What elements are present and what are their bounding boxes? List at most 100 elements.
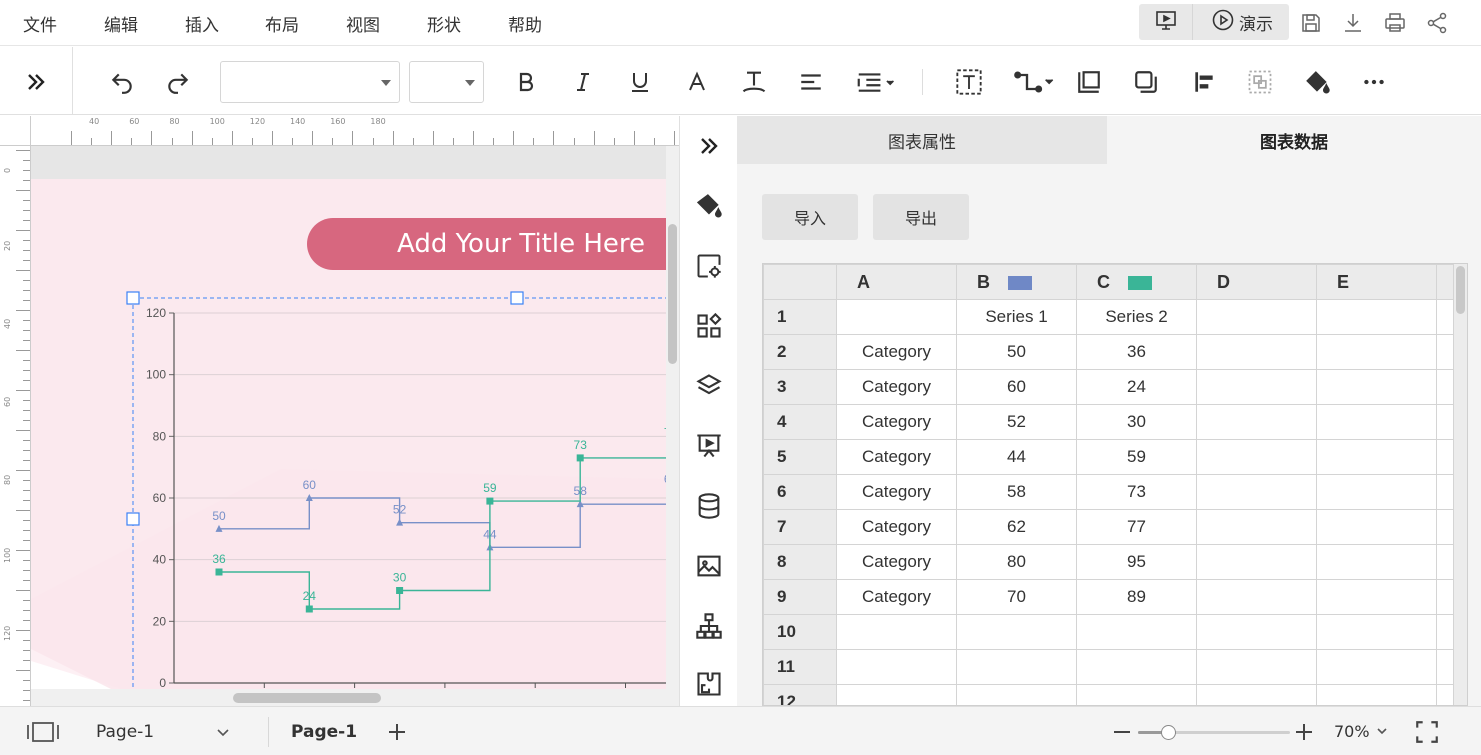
- row-header[interactable]: 10: [763, 614, 837, 650]
- table-cell[interactable]: [1196, 439, 1317, 475]
- fill-icon[interactable]: [1302, 67, 1332, 97]
- table-cell[interactable]: [836, 299, 957, 335]
- row-header[interactable]: 2: [763, 334, 837, 370]
- table-cell[interactable]: [1196, 544, 1317, 580]
- puzzle-icon[interactable]: [694, 669, 724, 699]
- row-header[interactable]: 8: [763, 544, 837, 580]
- column-header-c[interactable]: C: [1076, 264, 1197, 300]
- menu-layout[interactable]: 布局: [265, 11, 299, 36]
- text-box-icon[interactable]: [954, 67, 984, 97]
- bring-front-icon[interactable]: [1074, 67, 1104, 97]
- menu-shapes[interactable]: 形状: [427, 11, 461, 36]
- font-size-select[interactable]: [409, 61, 484, 103]
- table-cell[interactable]: [956, 684, 1077, 705]
- table-cell[interactable]: [1196, 509, 1317, 545]
- table-cell[interactable]: 70: [956, 579, 1077, 615]
- table-cell[interactable]: [836, 684, 957, 705]
- row-header[interactable]: 1: [763, 299, 837, 335]
- table-cell[interactable]: 44: [956, 439, 1077, 475]
- table-cell[interactable]: [1196, 614, 1317, 650]
- row-header[interactable]: 4: [763, 404, 837, 440]
- italic-icon[interactable]: [568, 67, 598, 97]
- table-cell[interactable]: Series 1: [956, 299, 1077, 335]
- connector-icon[interactable]: [1011, 67, 1057, 97]
- corner-cell[interactable]: [763, 264, 837, 300]
- table-cell[interactable]: [1316, 334, 1437, 370]
- scrollbar-thumb[interactable]: [668, 224, 677, 364]
- line-spacing-icon[interactable]: [853, 67, 897, 97]
- collapse-panel-icon[interactable]: [694, 131, 724, 161]
- table-cell[interactable]: [1196, 474, 1317, 510]
- present-settings-button[interactable]: [1139, 4, 1193, 40]
- table-cell[interactable]: [1316, 474, 1437, 510]
- zoom-slider-track[interactable]: [1138, 725, 1290, 740]
- zoom-slider-thumb[interactable]: [1161, 725, 1177, 740]
- image-icon[interactable]: [694, 551, 724, 581]
- table-cell[interactable]: Category: [836, 404, 957, 440]
- table-cell[interactable]: [1316, 614, 1437, 650]
- row-header[interactable]: 12: [763, 684, 837, 705]
- grid-vertical-scrollbar[interactable]: [1453, 264, 1467, 705]
- drawing-page[interactable]: Add Your Title Here 0 20 40 60 80 100 120 50 60 5…: [31, 179, 666, 689]
- database-icon[interactable]: [694, 491, 724, 521]
- more-icon[interactable]: [1359, 67, 1389, 97]
- row-header[interactable]: 9: [763, 579, 837, 615]
- shadow-icon[interactable]: [1131, 67, 1161, 97]
- table-cell[interactable]: Category: [836, 334, 957, 370]
- presentation-icon[interactable]: [694, 431, 724, 461]
- scrollbar-thumb[interactable]: [1456, 266, 1465, 314]
- page-select[interactable]: Page-1: [96, 707, 236, 755]
- table-cell[interactable]: 30: [1076, 404, 1197, 440]
- menu-help[interactable]: 帮助: [508, 11, 542, 36]
- table-cell[interactable]: 52: [956, 404, 1077, 440]
- tab-chart-properties[interactable]: 图表属性: [737, 116, 1107, 164]
- download-icon[interactable]: [1339, 9, 1367, 37]
- shape-settings-icon[interactable]: [694, 251, 724, 281]
- menu-edit[interactable]: 编辑: [104, 11, 138, 36]
- font-color-icon[interactable]: [682, 67, 712, 97]
- table-cell[interactable]: 60: [956, 369, 1077, 405]
- zoom-out-icon[interactable]: [1111, 707, 1133, 755]
- canvas-horizontal-scrollbar[interactable]: [31, 689, 666, 706]
- table-cell[interactable]: 58: [956, 474, 1077, 510]
- column-header-b[interactable]: B: [956, 264, 1077, 300]
- table-cell[interactable]: 62: [956, 509, 1077, 545]
- bold-icon[interactable]: [511, 67, 541, 97]
- table-cell[interactable]: Category: [836, 369, 957, 405]
- table-cell[interactable]: [836, 649, 957, 685]
- undo-icon[interactable]: [107, 67, 137, 97]
- fullscreen-icon[interactable]: [1414, 707, 1440, 755]
- table-cell[interactable]: 59: [1076, 439, 1197, 475]
- row-header[interactable]: 3: [763, 369, 837, 405]
- table-cell[interactable]: [1076, 684, 1197, 705]
- print-icon[interactable]: [1381, 9, 1409, 37]
- import-button[interactable]: 导入: [762, 194, 858, 240]
- row-header[interactable]: 11: [763, 649, 837, 685]
- group-icon[interactable]: [1245, 67, 1275, 97]
- table-cell[interactable]: 80: [956, 544, 1077, 580]
- add-page-icon[interactable]: [386, 707, 408, 755]
- column-header-a[interactable]: A: [836, 264, 957, 300]
- table-cell[interactable]: [1196, 334, 1317, 370]
- table-cell[interactable]: Category: [836, 579, 957, 615]
- table-cell[interactable]: [1316, 649, 1437, 685]
- column-header-e[interactable]: E: [1316, 264, 1437, 300]
- org-chart-icon[interactable]: [694, 611, 724, 641]
- page-overview-icon[interactable]: [26, 707, 60, 755]
- scrollbar-thumb[interactable]: [233, 693, 381, 703]
- tab-chart-data[interactable]: 图表数据: [1107, 116, 1481, 164]
- layers-icon[interactable]: [694, 371, 724, 401]
- redo-icon[interactable]: [163, 67, 193, 97]
- table-cell[interactable]: Category: [836, 544, 957, 580]
- table-cell[interactable]: [1316, 544, 1437, 580]
- selection-handle[interactable]: [126, 512, 140, 526]
- table-cell[interactable]: [1316, 684, 1437, 705]
- table-cell[interactable]: [1316, 579, 1437, 615]
- table-cell[interactable]: [1196, 684, 1317, 705]
- table-cell[interactable]: [956, 649, 1077, 685]
- table-cell[interactable]: 77: [1076, 509, 1197, 545]
- row-header[interactable]: 5: [763, 439, 837, 475]
- table-cell[interactable]: [1196, 404, 1317, 440]
- align-left-icon[interactable]: [796, 67, 826, 97]
- save-icon[interactable]: [1297, 9, 1325, 37]
